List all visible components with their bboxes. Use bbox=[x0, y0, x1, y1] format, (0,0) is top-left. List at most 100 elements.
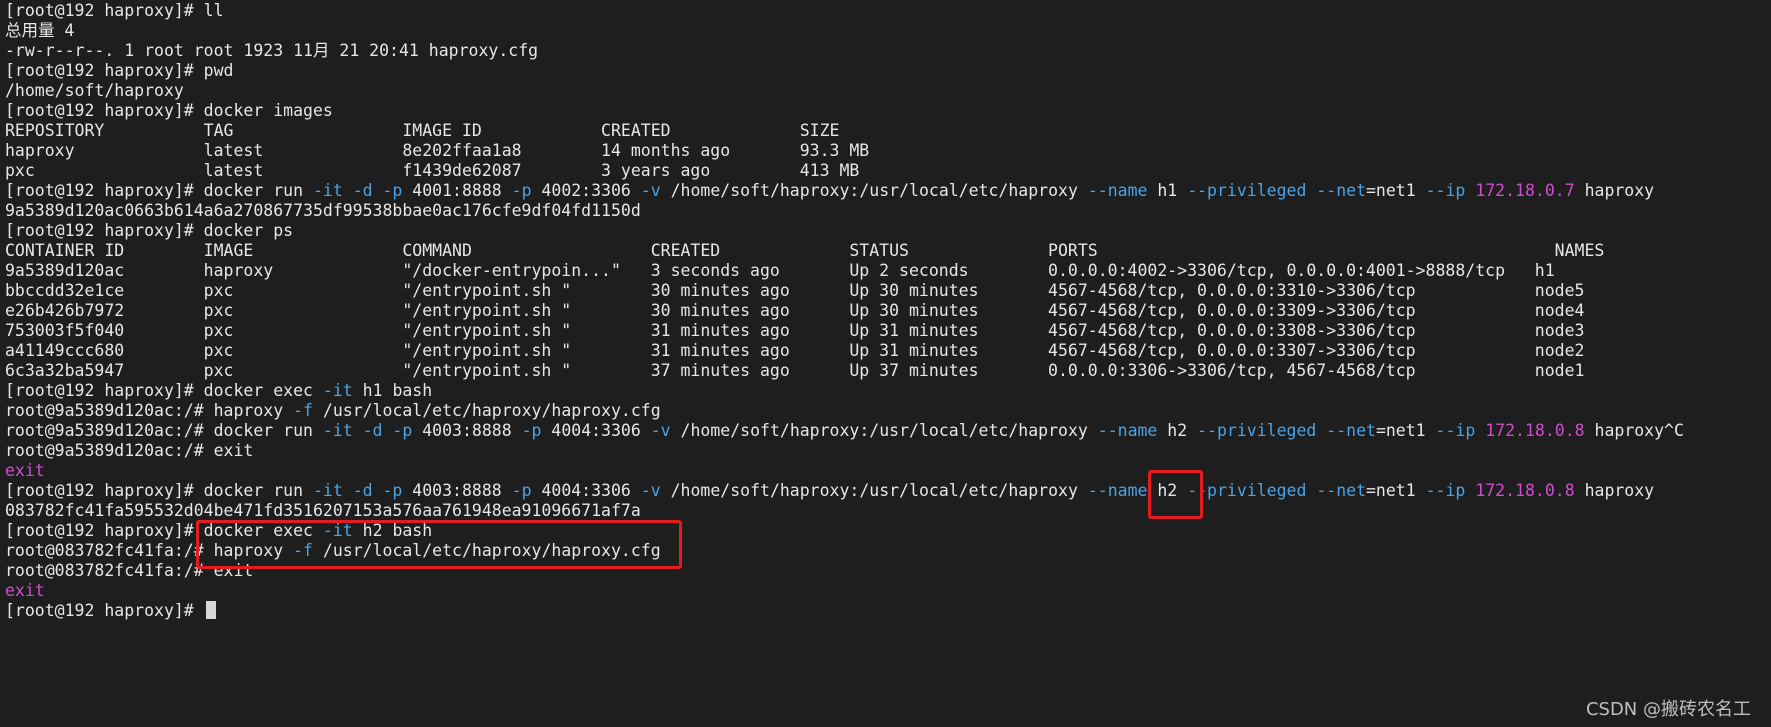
terminal-text-segment: /home/soft/haproxy:/usr/local/etc/haprox… bbox=[670, 421, 1098, 440]
terminal-line: 083782fc41fa595532d04be471fd3516207153a5… bbox=[5, 501, 1684, 521]
terminal-line: REPOSITORY TAG IMAGE ID CREATED SIZE bbox=[5, 121, 1684, 141]
terminal-text-segment: 6c3a32ba5947 pxc "/entrypoint.sh " 37 mi… bbox=[5, 361, 1585, 380]
terminal-line: haproxy latest 8e202ffaa1a8 14 months ag… bbox=[5, 141, 1684, 161]
terminal-text-segment: -p bbox=[521, 421, 542, 440]
terminal-line: pxc latest f1439de62087 3 years ago 413 … bbox=[5, 161, 1684, 181]
terminal-text-segment: root@9a5389d120ac:/# docker run bbox=[5, 421, 323, 440]
terminal-text-segment: 4001:8888 bbox=[402, 181, 512, 200]
terminal-text-segment: =net1 bbox=[1375, 421, 1436, 440]
terminal-line: [root@192 haproxy]# ll bbox=[5, 1, 1684, 21]
terminal-text-segment: -it -d -p bbox=[312, 181, 403, 200]
terminal-text-segment: haproxy bbox=[1574, 181, 1655, 200]
terminal-line: bbccdd32e1ce pxc "/entrypoint.sh " 30 mi… bbox=[5, 281, 1684, 301]
terminal-text-segment: bbccdd32e1ce pxc "/entrypoint.sh " 30 mi… bbox=[5, 281, 1585, 300]
terminal-text-segment: --name bbox=[1097, 421, 1158, 440]
terminal-line: a41149ccc680 pxc "/entrypoint.sh " 31 mi… bbox=[5, 341, 1684, 361]
terminal-text-segment: [root@192 haproxy]# docker exec bbox=[5, 381, 323, 400]
terminal-text-segment: root@9a5389d120ac:/# exit bbox=[5, 441, 254, 460]
terminal-text-segment: [root@192 haproxy]# docker run bbox=[5, 481, 313, 500]
terminal-line: root@9a5389d120ac:/# haproxy -f /usr/loc… bbox=[5, 401, 1684, 421]
terminal-text-segment: 172.18.0.8 bbox=[1475, 481, 1575, 500]
terminal-line: [root@192 haproxy]# docker exec -it h1 b… bbox=[5, 381, 1684, 401]
terminal-line: e26b426b7972 pxc "/entrypoint.sh " 30 mi… bbox=[5, 301, 1684, 321]
terminal-line: 总用量 4 bbox=[5, 21, 1684, 41]
terminal-text-segment: haproxy^C bbox=[1584, 421, 1684, 440]
terminal-text-segment: [root@192 haproxy]# docker ps bbox=[5, 221, 294, 240]
terminal-text-segment: -v bbox=[640, 481, 661, 500]
terminal-text-segment: -it bbox=[322, 381, 353, 400]
terminal-text-segment: root@9a5389d120ac:/# haproxy bbox=[5, 401, 294, 420]
terminal-text-segment: pxc latest f1439de62087 3 years ago 413 … bbox=[5, 161, 860, 180]
terminal-text-segment: haproxy latest 8e202ffaa1a8 14 months ag… bbox=[5, 141, 870, 160]
terminal-text-segment: REPOSITORY TAG IMAGE ID CREATED SIZE bbox=[5, 121, 840, 140]
terminal-text-segment: =net1 bbox=[1366, 181, 1426, 200]
terminal-line: [root@192 haproxy]# docker ps bbox=[5, 221, 1684, 241]
terminal-text-segment: 083782fc41fa595532d04be471fd3516207153a5… bbox=[5, 501, 641, 520]
terminal-text-segment: --name bbox=[1087, 181, 1148, 200]
terminal-text-segment: a41149ccc680 pxc "/entrypoint.sh " 31 mi… bbox=[5, 341, 1585, 360]
terminal-text-segment: 4003:8888 bbox=[412, 421, 522, 440]
terminal-text-segment: 9a5389d120ac haproxy "/docker-entrypoin.… bbox=[5, 261, 1555, 280]
terminal-text-segment: /home/soft/haproxy bbox=[5, 81, 184, 100]
terminal-line: root@9a5389d120ac:/# exit bbox=[5, 441, 1684, 461]
terminal-line: 753003f5f040 pxc "/entrypoint.sh " 31 mi… bbox=[5, 321, 1684, 341]
terminal-text-segment: /home/soft/haproxy:/usr/local/etc/haprox… bbox=[660, 481, 1088, 500]
terminal-text-segment: 总用量 4 bbox=[5, 21, 75, 40]
terminal-text-segment: -f bbox=[293, 401, 313, 420]
terminal-line: [root@192 haproxy]# bbox=[5, 601, 1684, 621]
terminal-text-segment: -p bbox=[511, 181, 532, 200]
terminal-line: root@9a5389d120ac:/# docker run -it -d -… bbox=[5, 421, 1684, 441]
terminal-window[interactable]: [root@192 haproxy]# ll 总用量 4 -rw-r--r--. 1… bbox=[0, 0, 1771, 727]
terminal-text-segment: exit bbox=[5, 461, 45, 480]
watermark: CSDN @搬砖农名工 bbox=[1585, 699, 1751, 720]
terminal-line: 9a5389d120ac haproxy "/docker-entrypoin.… bbox=[5, 261, 1684, 281]
terminal-text-segment: 4002:3306 bbox=[531, 181, 641, 200]
terminal-text-segment: [root@192 haproxy]# docker run bbox=[5, 181, 313, 200]
terminal-text-segment: e26b426b7972 pxc "/entrypoint.sh " 30 mi… bbox=[5, 301, 1585, 320]
terminal-line: 6c3a32ba5947 pxc "/entrypoint.sh " 37 mi… bbox=[5, 361, 1684, 381]
terminal-line: [root@192 haproxy]# docker run -it -d -p… bbox=[5, 181, 1684, 201]
terminal-text-segment: [root@192 haproxy]# docker images bbox=[5, 101, 333, 120]
terminal-text-segment: --ip bbox=[1425, 181, 1466, 200]
terminal-text-segment: [root@192 haproxy]# pwd bbox=[5, 61, 234, 80]
terminal-text-segment: --name bbox=[1087, 481, 1148, 500]
terminal-text-segment: -rw-r--r--. 1 root root 1923 11月 21 20:4… bbox=[5, 41, 539, 60]
terminal-text-segment: exit bbox=[5, 581, 45, 600]
terminal-text-segment: -v bbox=[640, 181, 661, 200]
terminal-line: CONTAINER ID IMAGE COMMAND CREATED STATU… bbox=[5, 241, 1684, 261]
terminal-text-segment: -it -d -p bbox=[322, 421, 413, 440]
terminal-text-segment: 172.18.0.7 bbox=[1475, 181, 1575, 200]
terminal-line: 9a5389d120ac0663b614a6a270867735df99538b… bbox=[5, 201, 1684, 221]
terminal-text-segment: 4004:3306 bbox=[541, 421, 651, 440]
terminal-text-segment: 172.18.0.8 bbox=[1485, 421, 1585, 440]
terminal-text-segment: 4004:3306 bbox=[531, 481, 641, 500]
terminal-line: exit bbox=[5, 461, 1684, 481]
terminal-text-segment: --privileged --net bbox=[1197, 421, 1376, 440]
highlight-box-h2-name bbox=[1148, 470, 1203, 519]
terminal-text-segment: /home/soft/haproxy:/usr/local/etc/haprox… bbox=[660, 181, 1088, 200]
terminal-text-segment: 4003:8888 bbox=[402, 481, 512, 500]
highlight-box-exec-commands bbox=[196, 520, 682, 569]
terminal-text-segment: -p bbox=[511, 481, 532, 500]
terminal-text-segment: --privileged --net bbox=[1187, 481, 1366, 500]
terminal-cursor bbox=[205, 601, 216, 619]
terminal-text-segment: h2 bbox=[1157, 421, 1198, 440]
terminal-text-segment: CONTAINER ID IMAGE COMMAND CREATED STATU… bbox=[5, 241, 1605, 260]
terminal-text-segment: 753003f5f040 pxc "/entrypoint.sh " 31 mi… bbox=[5, 321, 1585, 340]
terminal-text-segment: haproxy bbox=[1574, 481, 1655, 500]
terminal-text-segment: =net1 bbox=[1366, 481, 1426, 500]
terminal-text-segment: [root@192 haproxy]# ll bbox=[5, 1, 224, 20]
terminal-text-segment: h1 bash bbox=[352, 381, 433, 400]
terminal-text-segment: h1 bbox=[1147, 181, 1188, 200]
terminal-text-segment: -v bbox=[650, 421, 671, 440]
terminal-text-segment: /usr/local/etc/haproxy/haproxy.cfg bbox=[312, 401, 661, 420]
terminal-line: exit bbox=[5, 581, 1684, 601]
terminal-text-segment: --ip bbox=[1435, 421, 1476, 440]
terminal-text-segment: [root@192 haproxy]# bbox=[5, 601, 204, 620]
terminal-text-segment: --ip bbox=[1425, 481, 1466, 500]
terminal-line: [root@192 haproxy]# pwd bbox=[5, 61, 1684, 81]
terminal-line: -rw-r--r--. 1 root root 1923 11月 21 20:4… bbox=[5, 41, 1684, 61]
